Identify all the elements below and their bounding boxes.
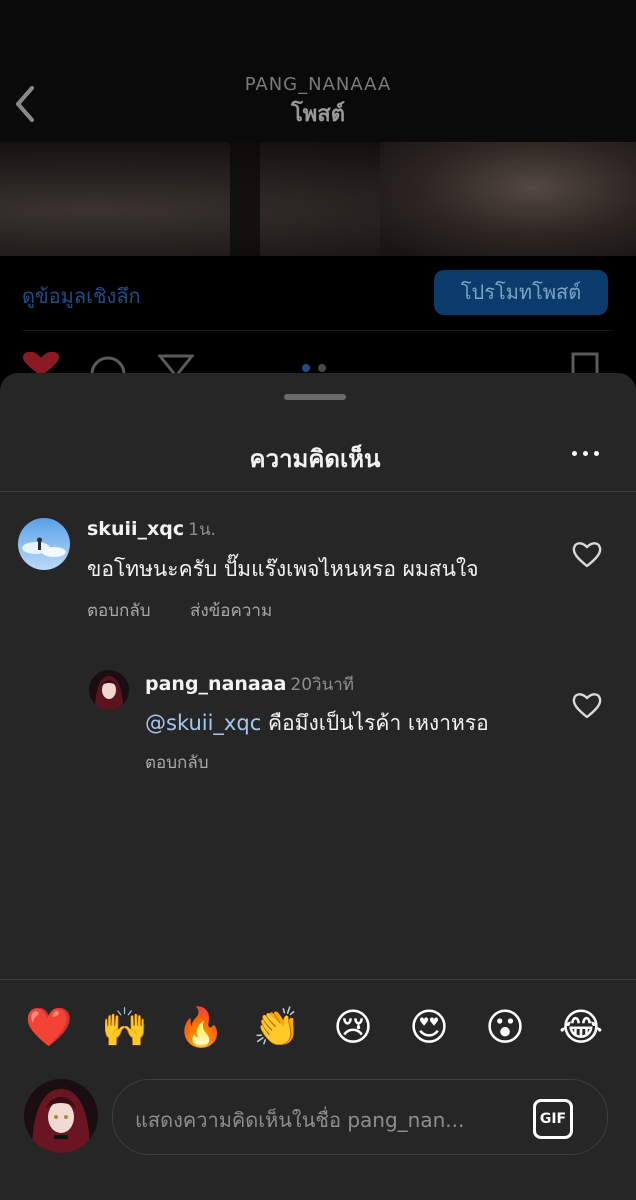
page-title: โพสต์ bbox=[290, 102, 346, 127]
emoji-surprised[interactable]: 😮 bbox=[481, 1003, 529, 1051]
emoji-raised-hands[interactable]: 🙌 bbox=[101, 1003, 149, 1051]
view-insights-link[interactable]: ดูข้อมูลเชิงลึก bbox=[22, 280, 141, 312]
emoji-crying[interactable]: 😢 bbox=[329, 1003, 377, 1051]
like-heart-icon[interactable] bbox=[572, 691, 602, 719]
sheet-grabber[interactable] bbox=[284, 394, 346, 400]
divider bbox=[0, 491, 636, 492]
promote-post-button[interactable]: โปรโมทโพสต์ bbox=[434, 270, 608, 315]
comment-input[interactable]: แสดงความคิดเห็นในชื่อ pang_nan... bbox=[135, 1104, 505, 1136]
comment-username[interactable]: skuii_xqc bbox=[87, 518, 184, 540]
more-options-icon[interactable] bbox=[568, 441, 604, 465]
divider bbox=[0, 979, 636, 980]
avatar[interactable] bbox=[18, 518, 70, 570]
comment-text: ขอโทษนะครับ ปั๊มแร๊งเพจไหนหรอ ผมสนใจ bbox=[87, 557, 479, 581]
reply-button[interactable]: ตอบกลับ bbox=[87, 597, 151, 624]
emoji-heart-eyes[interactable]: 😍 bbox=[405, 1003, 453, 1051]
like-heart-icon[interactable] bbox=[572, 540, 602, 568]
mention-link[interactable]: @skuii_xqc bbox=[145, 711, 261, 735]
avatar[interactable] bbox=[89, 670, 129, 710]
comments-sheet: ความคิดเห็น skuii_xqc 1น. ขอโทษนะครับ ปั๊… bbox=[0, 373, 636, 1200]
bookmark-icon[interactable] bbox=[570, 352, 600, 374]
comment-username[interactable]: pang_nanaaa bbox=[145, 673, 286, 695]
gif-button[interactable]: GIF bbox=[533, 1099, 573, 1139]
comment-icon[interactable] bbox=[90, 352, 126, 374]
send-message-button[interactable]: ส่งข้อความ bbox=[190, 597, 272, 624]
comment-text: @skuii_xqc คือมึงเป็นไรค้า เหงาหรอ bbox=[145, 707, 489, 740]
comment-body: คือมึงเป็นไรค้า เหงาหรอ bbox=[267, 711, 489, 735]
comment-item: skuii_xqc 1น. ขอโทษนะครับ ปั๊มแร๊งเพจไหนห… bbox=[0, 513, 636, 623]
emoji-laughing[interactable]: 😂 bbox=[557, 1003, 605, 1051]
comment-item: pang_nanaaa 20วินาที @skuii_xqc คือมึงเป็… bbox=[0, 663, 636, 773]
comment-input-field[interactable]: แสดงความคิดเห็นในชื่อ pang_nan... GIF bbox=[112, 1079, 608, 1155]
post-username: PANG_NANAAA bbox=[244, 74, 392, 95]
emoji-clapping[interactable]: 👏 bbox=[253, 1003, 301, 1051]
divider bbox=[22, 330, 614, 331]
emoji-reaction-bar: ❤️ 🙌 🔥 👏 😢 😍 😮 😂 bbox=[0, 1003, 636, 1053]
comment-time: 1น. bbox=[188, 520, 216, 540]
sheet-title: ความคิดเห็น bbox=[249, 445, 381, 473]
post-header: PANG_NANAAA โพสต์ bbox=[0, 0, 636, 142]
emoji-fire[interactable]: 🔥 bbox=[177, 1003, 225, 1051]
reply-button[interactable]: ตอบกลับ bbox=[145, 749, 209, 776]
avatar bbox=[24, 1079, 98, 1153]
comment-time: 20วินาที bbox=[290, 675, 354, 695]
emoji-heart[interactable]: ❤️ bbox=[25, 1003, 73, 1051]
post-image bbox=[0, 142, 636, 256]
